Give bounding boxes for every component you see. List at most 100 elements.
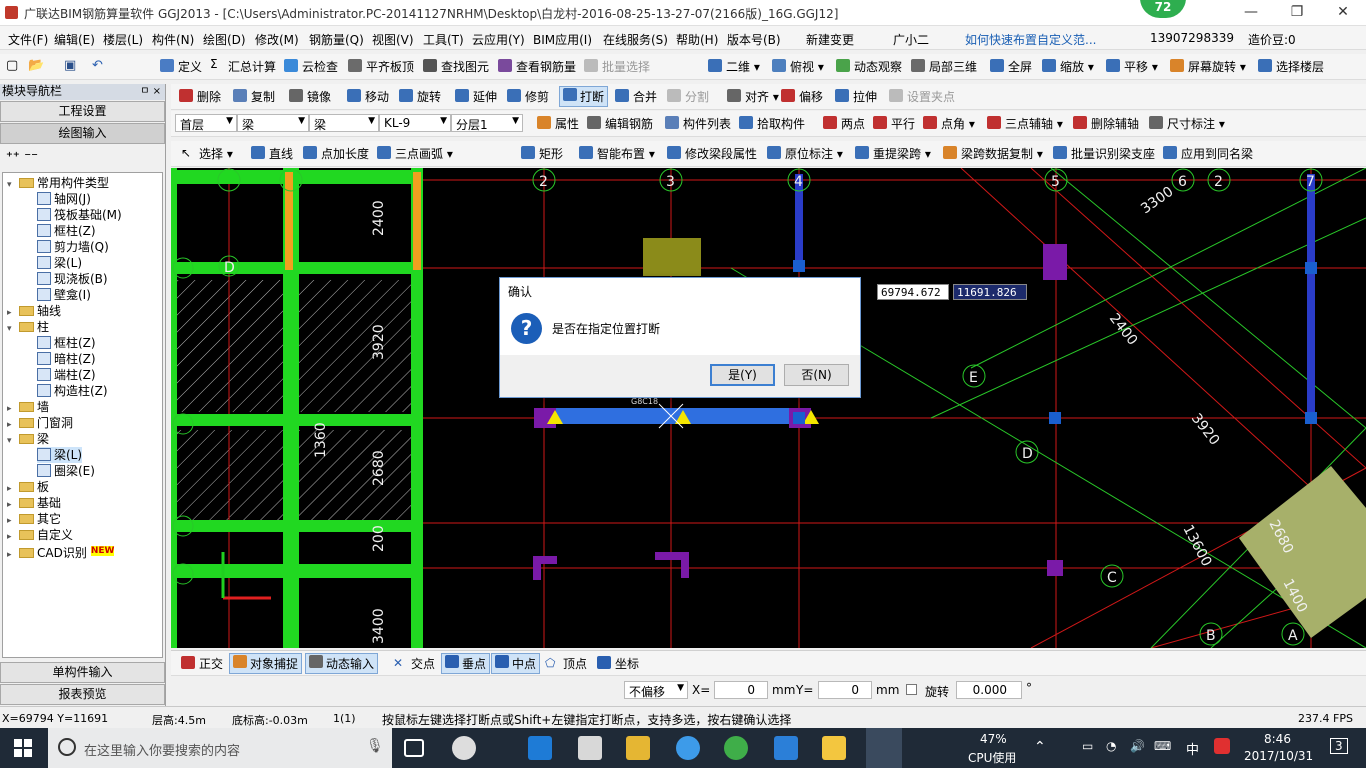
tree-item[interactable]: 现浇板(B) — [37, 271, 108, 287]
tb-three-point-arc[interactable]: 三点画弧 ▾ — [377, 145, 453, 162]
snap-coordinate[interactable]: 坐标 — [597, 655, 639, 672]
tb-offset[interactable]: 偏移 — [781, 88, 823, 105]
tb-smart-layout[interactable]: 智能布置 ▾ — [579, 145, 655, 162]
menu-component[interactable]: 构件(N) — [152, 31, 194, 48]
tb-fullscreen[interactable]: 全屏 — [990, 58, 1032, 75]
tb-apply-same-beam[interactable]: 应用到同名梁 — [1163, 145, 1253, 162]
tb-merge[interactable]: 合并 — [615, 88, 657, 105]
snap-object[interactable]: 对象捕捉 — [229, 653, 303, 674]
tree-item[interactable]: 框柱(Z) — [37, 335, 96, 351]
offset-y-input[interactable]: 0 — [818, 681, 872, 699]
tb-local-3d[interactable]: 局部三维 — [911, 58, 977, 75]
tb-dynamic-view[interactable]: 动态观察 — [836, 58, 902, 75]
tab-project-settings[interactable]: 工程设置 — [0, 101, 165, 122]
tb-line[interactable]: 直线 — [251, 145, 293, 162]
ie-icon[interactable] — [676, 736, 700, 760]
menu-guangxiaoer[interactable]: 广小二 — [893, 31, 929, 48]
task-view-icon[interactable] — [404, 739, 424, 757]
tree-folder[interactable]: ▸ 门窗洞 — [7, 415, 73, 431]
drawing-canvas[interactable]: 2 3 4 5 6 2 7 D E D C B A 2400 3920 2680… — [171, 168, 1366, 648]
yes-button[interactable]: 是(Y) — [710, 364, 775, 386]
menu-rebar-qty[interactable]: 钢筋量(Q) — [309, 31, 364, 48]
snap-dynamic-input[interactable]: 动态输入 — [305, 653, 379, 674]
offset-x-input[interactable]: 0 — [714, 681, 768, 699]
tb-define[interactable]: 定义 — [160, 58, 202, 75]
restore-button[interactable]: ❐ — [1274, 0, 1320, 26]
menu-tip-link[interactable]: 如何快速布置自定义范... — [965, 31, 1096, 48]
offset-mode-select[interactable]: 不偏移 ▼ — [624, 681, 688, 699]
tb-in-place-label[interactable]: 原位标注 ▾ — [767, 145, 843, 162]
component-select[interactable]: KL-9 ▼ — [379, 114, 451, 132]
tab-single-component[interactable]: 单构件输入 — [0, 662, 165, 683]
tb-batch-support[interactable]: 批量识别梁支座 — [1053, 145, 1155, 162]
tree-item[interactable]: 剪力墙(Q) — [37, 239, 109, 255]
file-explorer-icon[interactable] — [626, 736, 650, 760]
tb-point-angle[interactable]: 点角 ▾ — [923, 115, 975, 132]
edge-icon[interactable] — [528, 736, 552, 760]
tb-zoom[interactable]: 缩放 ▾ — [1042, 58, 1094, 75]
tree-item[interactable]: 轴网(J) — [37, 191, 91, 207]
tb-copy[interactable]: 复制 — [233, 88, 275, 105]
tray-up-arrow-icon[interactable]: ⌃ — [1034, 739, 1046, 755]
network-icon[interactable]: ▭ — [1082, 739, 1093, 753]
undo-icon[interactable]: ↶ — [92, 58, 103, 73]
panel-pin-close[interactable]: ㅁ × — [140, 84, 161, 99]
close-button[interactable]: ✕ — [1320, 0, 1366, 26]
tree-item[interactable]: 梁(L) — [37, 255, 82, 271]
rotate-angle-input[interactable]: 0.000 — [956, 681, 1022, 699]
tree-folder[interactable]: ▸ 板 — [7, 479, 49, 495]
tb-modify-segment[interactable]: 修改梁段属性 — [667, 145, 757, 162]
360-browser-icon[interactable] — [724, 736, 748, 760]
tree-folder[interactable]: ▸ 其它 — [7, 511, 61, 527]
tree-folder[interactable]: ▾ 常用构件类型 — [7, 175, 109, 191]
keyboard-icon[interactable]: ⌨ — [1154, 739, 1171, 753]
tb-delete-axis[interactable]: 删除辅轴 — [1073, 115, 1139, 132]
menu-view[interactable]: 视图(V) — [372, 31, 414, 48]
tb-stretch[interactable]: 拉伸 — [835, 88, 877, 105]
snap-perpendicular[interactable]: 垂点 — [441, 653, 491, 674]
menu-file[interactable]: 文件(F) — [8, 31, 48, 48]
tb-properties[interactable]: 属性 — [537, 115, 579, 132]
tb-pan[interactable]: 平移 ▾ — [1106, 58, 1158, 75]
menu-version[interactable]: 版本号(B) — [727, 31, 781, 48]
ggj-active-icon[interactable] — [866, 728, 902, 768]
tree-item[interactable]: 梁(L) — [37, 447, 83, 463]
type-select-1[interactable]: 梁 ▼ — [237, 114, 309, 132]
menu-draw[interactable]: 绘图(D) — [203, 31, 246, 48]
tb-2d[interactable]: 二维 ▾ — [708, 58, 760, 75]
tree-item[interactable]: 暗柱(Z) — [37, 351, 96, 367]
tb-re-span[interactable]: 重提梁跨 ▾ — [855, 145, 931, 162]
tree-folder[interactable]: ▸ 墙 — [7, 399, 49, 415]
tb-two-points[interactable]: 两点 — [823, 115, 865, 132]
tb-find-element[interactable]: 查找图元 — [423, 58, 489, 75]
windows-start-icon[interactable] — [14, 739, 32, 757]
tree-folder[interactable]: ▾ 柱 — [7, 319, 49, 335]
tb-batch-select[interactable]: 批量选择 — [584, 58, 650, 75]
collapse-arrow-icon[interactable]: ▾ — [7, 321, 17, 337]
tree-folder[interactable]: ▸ 自定义 — [7, 527, 73, 543]
layer-select[interactable]: 分层1 ▼ — [451, 114, 523, 132]
snap-intersection[interactable]: ✕ 交点 — [393, 655, 435, 672]
tb-cloud-check[interactable]: 云检查 — [284, 58, 338, 75]
glodon-g-icon[interactable] — [774, 736, 798, 760]
tb-split[interactable]: 分割 — [667, 88, 709, 105]
tb-view-rebar[interactable]: 查看钢筋量 — [498, 58, 576, 75]
store-icon[interactable] — [578, 736, 602, 760]
menu-edit[interactable]: 编辑(E) — [54, 31, 95, 48]
tree-folder[interactable]: ▸ 基础 — [7, 495, 61, 511]
new-file-icon[interactable]: ▢ — [6, 58, 18, 73]
snap-vertex[interactable]: ⬠ 顶点 — [545, 655, 587, 672]
tb-rotate[interactable]: 旋转 — [399, 88, 441, 105]
tree-item[interactable]: 圈梁(E) — [37, 463, 95, 479]
volume-icon[interactable]: 🔊 — [1130, 739, 1145, 753]
tb-point-length[interactable]: 点加长度 — [303, 145, 369, 162]
tb-component-list[interactable]: 构件列表 — [665, 115, 731, 132]
coord-x-input[interactable]: 69794.672 — [877, 284, 949, 300]
notification-badge[interactable]: 72 — [1140, 0, 1186, 18]
collapse-arrow-icon[interactable]: ▾ — [7, 433, 17, 449]
menu-modify[interactable]: 修改(M) — [255, 31, 299, 48]
tree-item[interactable]: 壁龛(I) — [37, 287, 91, 303]
menu-cloud[interactable]: 云应用(Y) — [472, 31, 525, 48]
snap-orthogonal[interactable]: 正交 — [181, 655, 223, 672]
menu-floor[interactable]: 楼层(L) — [103, 31, 143, 48]
